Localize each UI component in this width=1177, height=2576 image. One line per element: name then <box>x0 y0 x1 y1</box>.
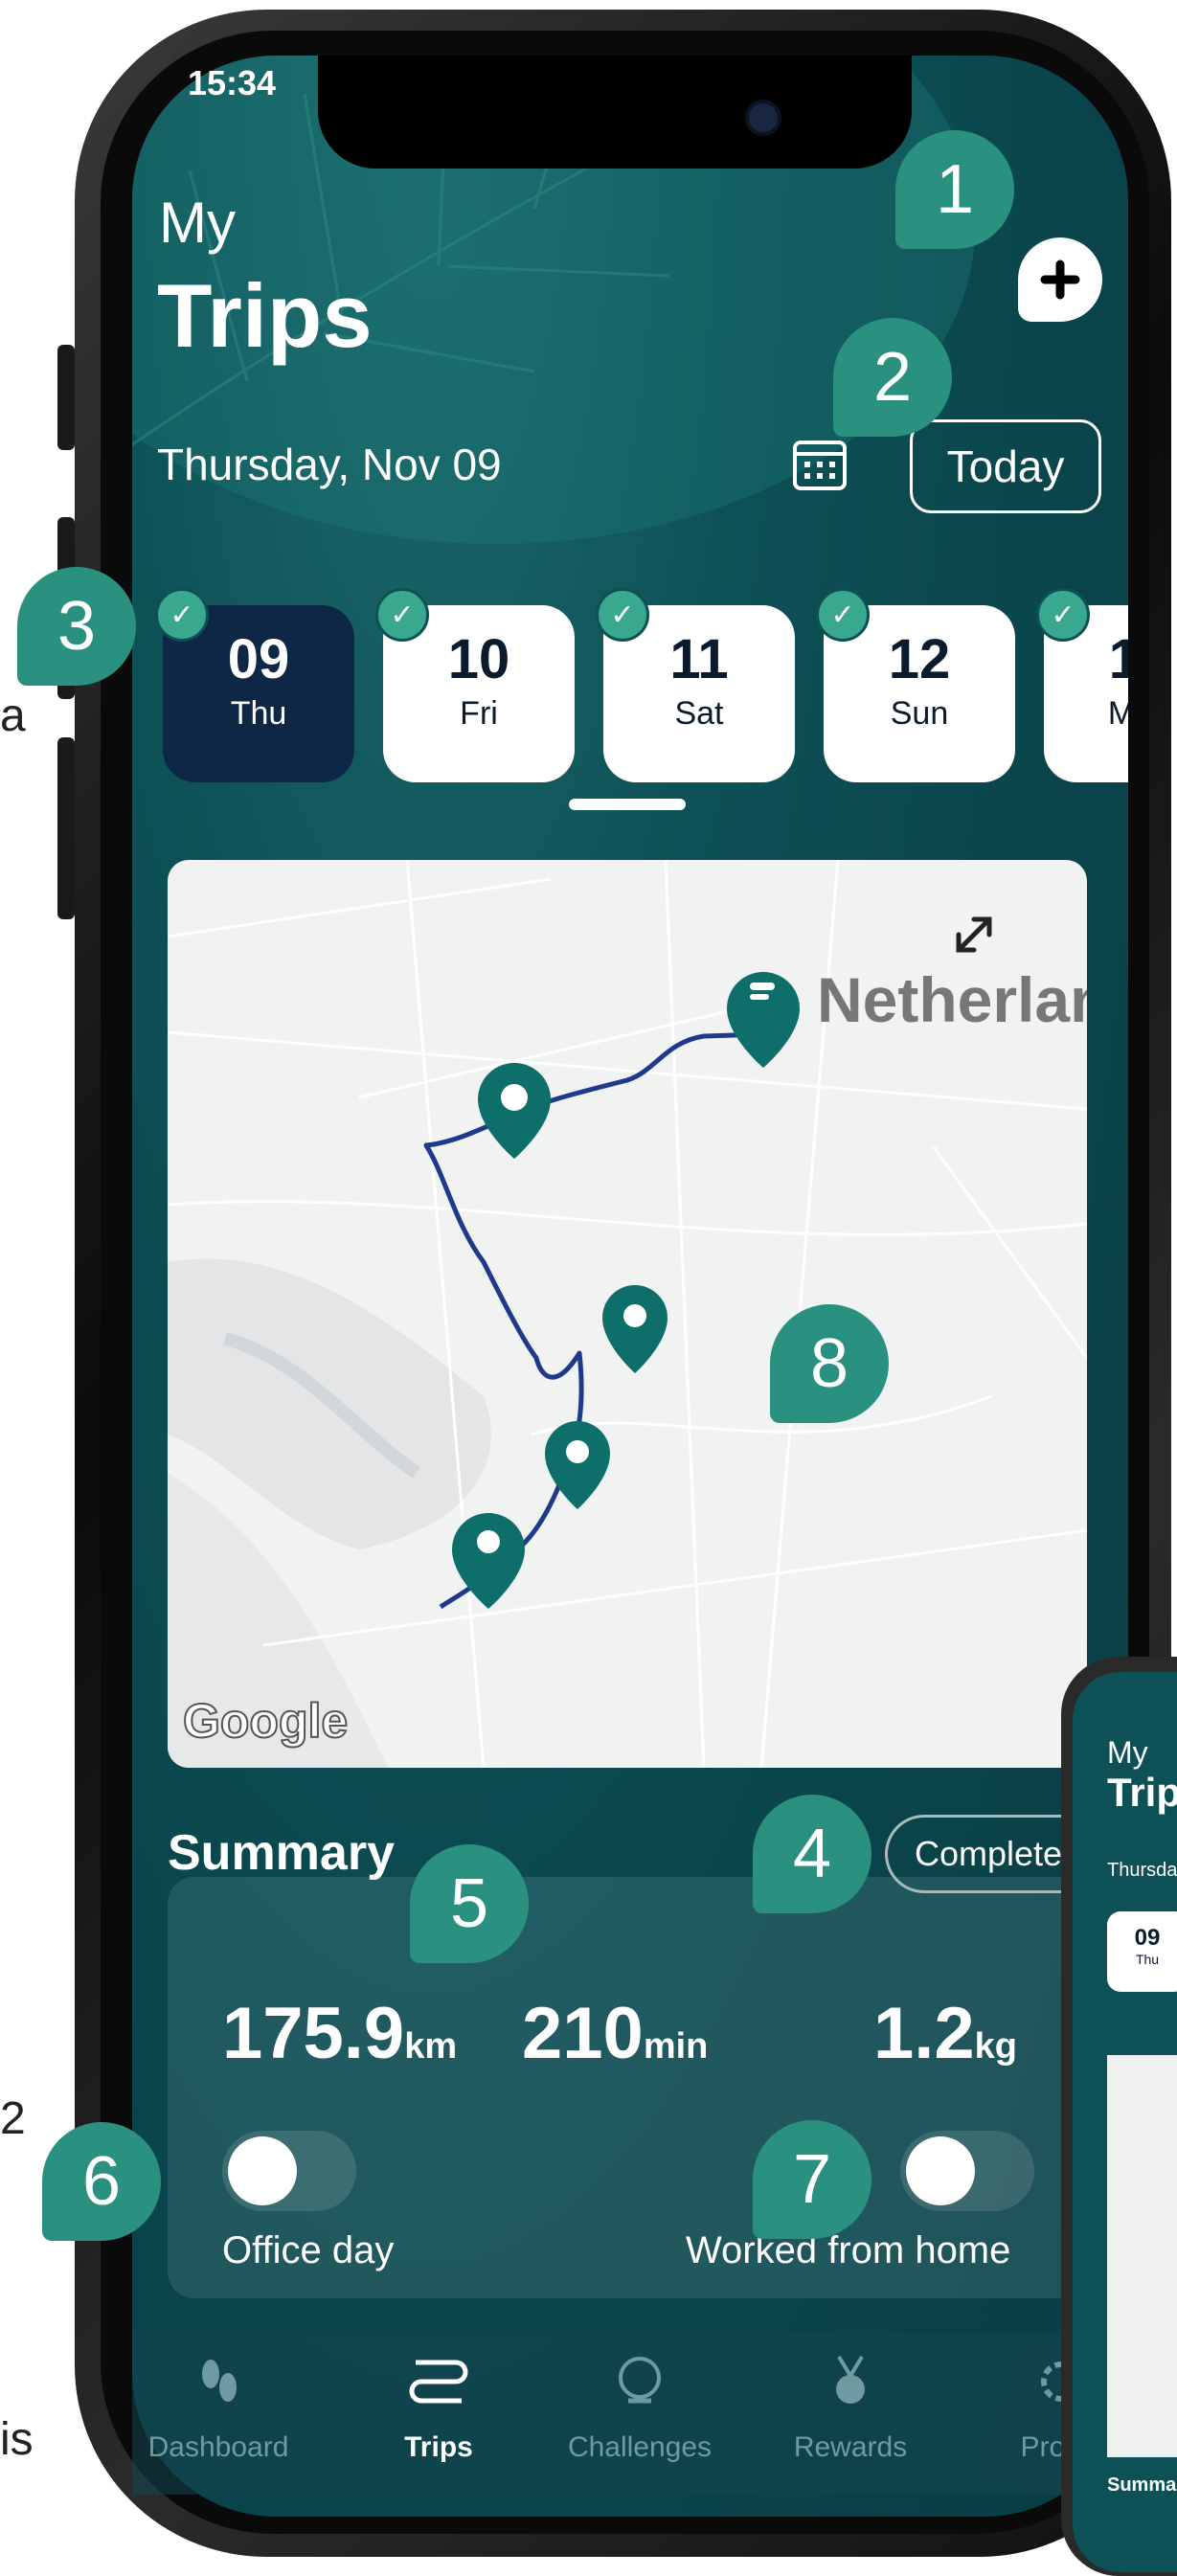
co2-value: 1.2 <box>873 1993 975 2074</box>
check-icon: ✓ <box>1036 588 1090 642</box>
title-small: My <box>159 191 236 255</box>
plus-icon <box>1040 260 1080 300</box>
trophy-icon <box>619 2357 661 2404</box>
tab-dashboard[interactable]: Dashboard <box>103 2353 333 2464</box>
distance-value: 175.9 <box>222 1993 405 2074</box>
calendar-button[interactable] <box>791 437 849 492</box>
route-icon <box>409 2360 468 2404</box>
medal-icon <box>836 2355 865 2404</box>
callout-badge-6: 6 <box>42 2122 161 2241</box>
tab-label: Trips <box>404 2431 473 2463</box>
bottom-tab-bar: Dashboard Trips Challenges Rewards Profi… <box>132 2332 1128 2495</box>
phone-notch <box>318 56 912 169</box>
worked-from-home-label: Worked from home <box>686 2229 1011 2271</box>
distance-unit: km <box>404 2026 458 2067</box>
outside-text-fragment: is <box>0 2414 34 2465</box>
day-weekday: Sat <box>674 695 724 732</box>
day-weekday: Thu <box>230 695 287 732</box>
add-trip-button[interactable] <box>1018 237 1102 322</box>
check-icon: ✓ <box>596 588 649 642</box>
check-icon: ✓ <box>375 588 429 642</box>
mini-title: Trips <box>1107 1770 1177 1815</box>
shoe-prints-icon <box>202 2360 237 2402</box>
co2-unit: kg <box>974 2026 1018 2067</box>
callout-badge-3: 3 <box>17 567 136 686</box>
mini-map <box>1107 2055 1177 2457</box>
mini-date: Thursday <box>1107 1860 1177 1881</box>
office-day-toggle[interactable] <box>222 2131 356 2211</box>
mini-title-small: My <box>1107 1735 1148 1770</box>
callout-badge-1: 1 <box>895 130 1014 249</box>
summary-title: Summary <box>168 1825 395 1881</box>
worked-from-home-toggle[interactable] <box>900 2131 1034 2211</box>
map-country-label: Netherlands <box>817 964 1087 1035</box>
co2-stat: 1.2kg <box>873 1992 1017 2075</box>
tab-label: Challenges <box>567 2431 713 2463</box>
outside-text-fragment: 2 <box>0 2093 26 2144</box>
duration-unit: min <box>643 2026 709 2067</box>
tab-rewards[interactable]: Rewards <box>755 2353 946 2464</box>
mini-day-weekday: Thu <box>1135 1952 1160 1967</box>
mute-switch <box>57 345 75 450</box>
mini-day-number: 09 <box>1134 1925 1161 1951</box>
page-title: Trips <box>157 265 373 366</box>
tab-trips[interactable]: Trips <box>343 2353 534 2464</box>
trip-map[interactable]: Netherlands Google <box>168 860 1087 1768</box>
day-weekday: Sun <box>890 695 949 732</box>
toggle-knob <box>228 2136 297 2205</box>
mini-summary: Summary <box>1107 2474 1177 2496</box>
expand-icon <box>956 916 992 953</box>
mini-phone-screen: My Trips Thursday 09 Thu Summary <box>1073 1672 1177 2572</box>
office-day-label: Office day <box>222 2229 395 2271</box>
tab-challenges[interactable]: Challenges <box>525 2353 755 2464</box>
callout-badge-8: 8 <box>770 1304 889 1423</box>
today-button[interactable]: Today <box>910 419 1101 513</box>
mini-day-card: 09 Thu <box>1107 1911 1177 1992</box>
check-icon: ✓ <box>816 588 870 642</box>
calendar-icon <box>793 441 847 490</box>
day-weekday: Mon <box>1107 695 1128 732</box>
duration-value: 210 <box>522 1993 644 2074</box>
day-weekday: Fri <box>460 695 498 732</box>
check-icon: ✓ <box>155 588 209 642</box>
tab-label: Rewards <box>793 2431 908 2463</box>
current-date-label: Thursday, Nov 09 <box>157 440 502 489</box>
tab-label: Dashboard <box>147 2431 289 2463</box>
distance-stat: 175.9km <box>222 1992 457 2075</box>
callout-badge-4: 4 <box>753 1795 871 1913</box>
drag-handle[interactable] <box>569 799 686 810</box>
day-selector: 09 Thu ✓ 10 Fri ✓ 11 Sat ✓ 12 Sun ✓ 13 M… <box>132 544 1128 802</box>
duration-stat: 210min <box>522 1992 708 2075</box>
callout-badge-2: 2 <box>833 318 952 437</box>
google-attribution: Google <box>182 1693 349 1749</box>
toggle-knob <box>906 2136 975 2205</box>
camera-icon <box>745 100 781 136</box>
callout-badge-7: 7 <box>753 2120 871 2239</box>
status-time: 15:34 <box>188 63 277 102</box>
callout-badge-5: 5 <box>410 1844 529 1963</box>
volume-down-button <box>57 737 75 919</box>
outside-text-fragment: a <box>0 690 26 741</box>
